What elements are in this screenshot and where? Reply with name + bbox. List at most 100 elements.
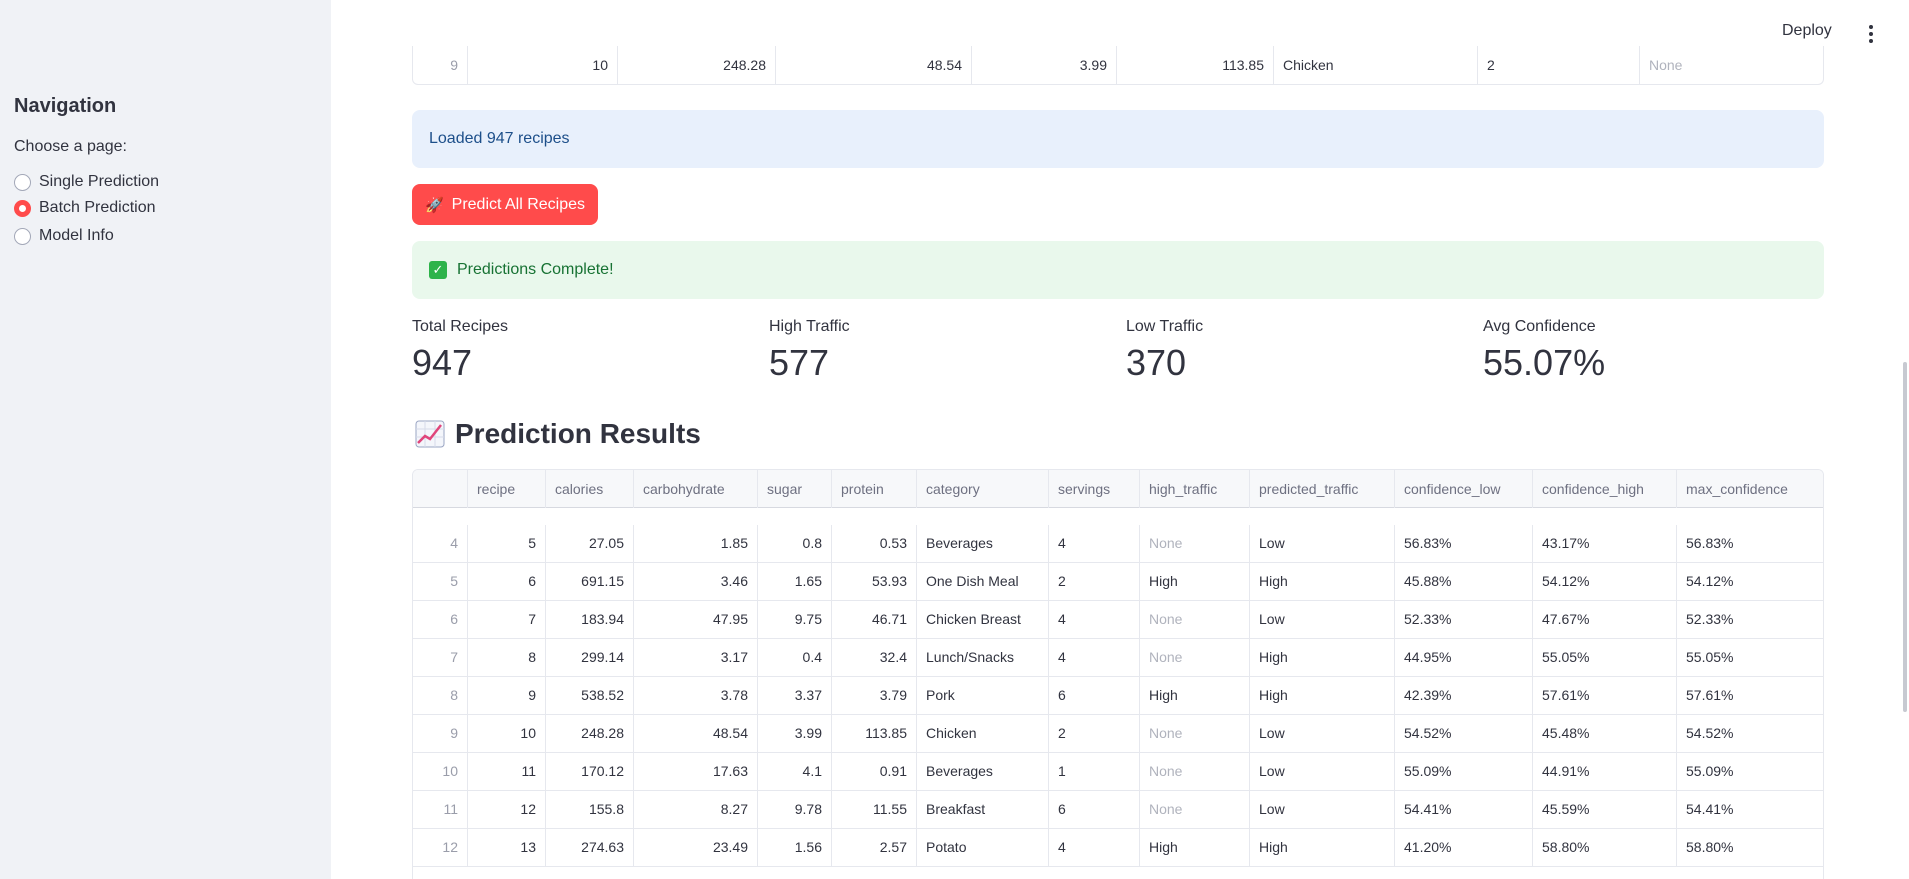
table-row[interactable]: 5 6 691.15 3.46 1.65 53.93 One Dish Meal 2 High H…	[413, 563, 1823, 601]
table-cell: Chicken Breast	[917, 601, 1049, 638]
page-scrollbar[interactable]	[1903, 362, 1907, 712]
table-cell: 183.94	[546, 601, 634, 638]
table-cell: 42.39%	[1395, 677, 1533, 714]
table-cell: 691.15	[546, 563, 634, 600]
table-cell: None	[1140, 639, 1250, 676]
radio-batch-prediction[interactable]: Batch Prediction	[14, 196, 156, 220]
table-cell: Lunch/Snacks	[917, 639, 1049, 676]
radio-model-info[interactable]: Model Info	[14, 224, 114, 248]
table-cell: 1.65	[758, 563, 832, 600]
table-row[interactable]: 9 10 248.28 48.54 3.99 113.85 Chicken 2 None Low 5…	[413, 715, 1823, 753]
table-cell: 48.54	[634, 715, 758, 752]
sidebar-title: Navigation	[14, 95, 117, 117]
column-header[interactable]: calories	[546, 470, 634, 508]
index-header[interactable]	[413, 470, 468, 508]
table-cell: Low	[1250, 715, 1395, 752]
row-index: 11	[413, 791, 468, 828]
table-cell: 0.4	[758, 639, 832, 676]
table-cell: 5	[468, 525, 546, 562]
table-cell: 7	[468, 601, 546, 638]
column-header[interactable]: max_confidence	[1677, 470, 1823, 508]
table-row[interactable]: 12 13 274.63 23.49 1.56 2.57 Potato 4 High High 41…	[413, 829, 1823, 867]
page-choice-label: Choose a page:	[14, 138, 127, 155]
table-cell: 55.09%	[1677, 753, 1823, 790]
table-cell: Beverages	[917, 525, 1049, 562]
table-cell: 299.14	[546, 639, 634, 676]
predict-all-button[interactable]: 🚀 Predict All Recipes	[412, 184, 598, 225]
table-cell: Low	[1250, 601, 1395, 638]
row-index: 8	[413, 677, 468, 714]
table-cell: 54.52%	[1677, 715, 1823, 752]
column-header[interactable]: sugar	[758, 470, 832, 508]
table-row[interactable]: 4 5 27.05 1.85 0.8 0.53 Beverages 4 None Low 56.83…	[413, 525, 1823, 563]
column-header[interactable]: high_traffic	[1140, 470, 1250, 508]
column-header[interactable]: category	[917, 470, 1049, 508]
metric-value: 55.07%	[1483, 342, 1606, 383]
radio-button-icon[interactable]	[14, 173, 31, 191]
table-cell: 44.95%	[1395, 639, 1533, 676]
table-cell: 155.8	[546, 791, 634, 828]
column-header[interactable]: predicted_traffic	[1250, 470, 1395, 508]
table-row[interactable]: 11 12 155.8 8.27 9.78 11.55 Breakfast 6 None Low 5…	[413, 791, 1823, 829]
table-cell: 56.83%	[1395, 525, 1533, 562]
row-index: 7	[413, 639, 468, 676]
column-header[interactable]: recipe	[468, 470, 546, 508]
column-header[interactable]: carbohydrate	[634, 470, 758, 508]
results-heading: Prediction Results	[415, 418, 701, 450]
table-cell: 56.83%	[1677, 525, 1823, 562]
column-header[interactable]: protein	[832, 470, 917, 508]
results-title: Prediction Results	[455, 418, 701, 449]
table-row[interactable]: 7 8 299.14 3.17 0.4 32.4 Lunch/Snacks 4 None High…	[413, 639, 1823, 677]
row-index: 9	[413, 46, 468, 84]
kebab-menu-icon[interactable]	[1863, 22, 1879, 46]
table-cell: 54.12%	[1533, 563, 1677, 600]
radio-button-icon[interactable]	[14, 227, 31, 245]
table-cell: 13	[468, 829, 546, 866]
table-cell: 3.99	[758, 715, 832, 752]
table-row[interactable]: 8 9 538.52 3.78 3.37 3.79 Pork 6 High High 42.39% 5…	[413, 677, 1823, 715]
table-cell: Pork	[917, 677, 1049, 714]
table-cell: 248.28	[618, 46, 776, 84]
table-cell: 4.1	[758, 753, 832, 790]
radio-single-prediction[interactable]: Single Prediction	[14, 170, 159, 194]
table-cell: 3.99	[972, 46, 1117, 84]
table-cell: 53.93	[832, 563, 917, 600]
table-cell: 538.52	[546, 677, 634, 714]
table-cell: 57.61%	[1533, 677, 1677, 714]
metric-label: Low Traffic	[1126, 318, 1204, 335]
table-cell: 6	[1049, 791, 1140, 828]
column-header[interactable]: confidence_high	[1533, 470, 1677, 508]
metric-label: High Traffic	[769, 318, 850, 335]
table-cell: 58.80%	[1677, 829, 1823, 866]
table-row[interactable]: 6 7 183.94 47.95 9.75 46.71 Chicken Breast 4 Non…	[413, 601, 1823, 639]
table-cell: 1	[1049, 753, 1140, 790]
results-table[interactable]: recipe calories carbohydrate sugar protein ca…	[412, 469, 1824, 879]
column-header[interactable]: servings	[1049, 470, 1140, 508]
table-row[interactable]: 10 11 170.12 17.63 4.1 0.91 Beverages 1 None Low 5…	[413, 753, 1823, 791]
success-text: Predictions Complete!	[457, 261, 614, 278]
table-cell: None	[1140, 715, 1250, 752]
table-cell: High	[1250, 829, 1395, 866]
row-index: 5	[413, 563, 468, 600]
table-cell: Breakfast	[917, 791, 1049, 828]
table-cell: 17.63	[634, 753, 758, 790]
deploy-button[interactable]: Deploy	[1782, 22, 1832, 40]
table-cell: 11.55	[832, 791, 917, 828]
data-preview-table[interactable]: 9 10 248.28 48.54 3.99 113.85 Chicken 2 …	[412, 46, 1824, 85]
column-header[interactable]: confidence_low	[1395, 470, 1533, 508]
table-cell: 54.52%	[1395, 715, 1533, 752]
radio-label: Batch Prediction	[39, 199, 156, 216]
table-cell: High	[1140, 677, 1250, 714]
table-cell: Beverages	[917, 753, 1049, 790]
radio-button-checked-icon[interactable]	[14, 199, 31, 217]
table-cell: 170.12	[546, 753, 634, 790]
metric-total-recipes: Total Recipes 947	[412, 318, 508, 384]
row-index: 10	[413, 753, 468, 790]
table-header: recipe calories carbohydrate sugar protein ca…	[413, 470, 1823, 508]
table-cell: 45.59%	[1533, 791, 1677, 828]
table-cell: 2	[1478, 46, 1640, 84]
table-cell: Low	[1250, 525, 1395, 562]
table-cell: 113.85	[832, 715, 917, 752]
table-cell: 11	[468, 753, 546, 790]
table-cell: 27.05	[546, 525, 634, 562]
